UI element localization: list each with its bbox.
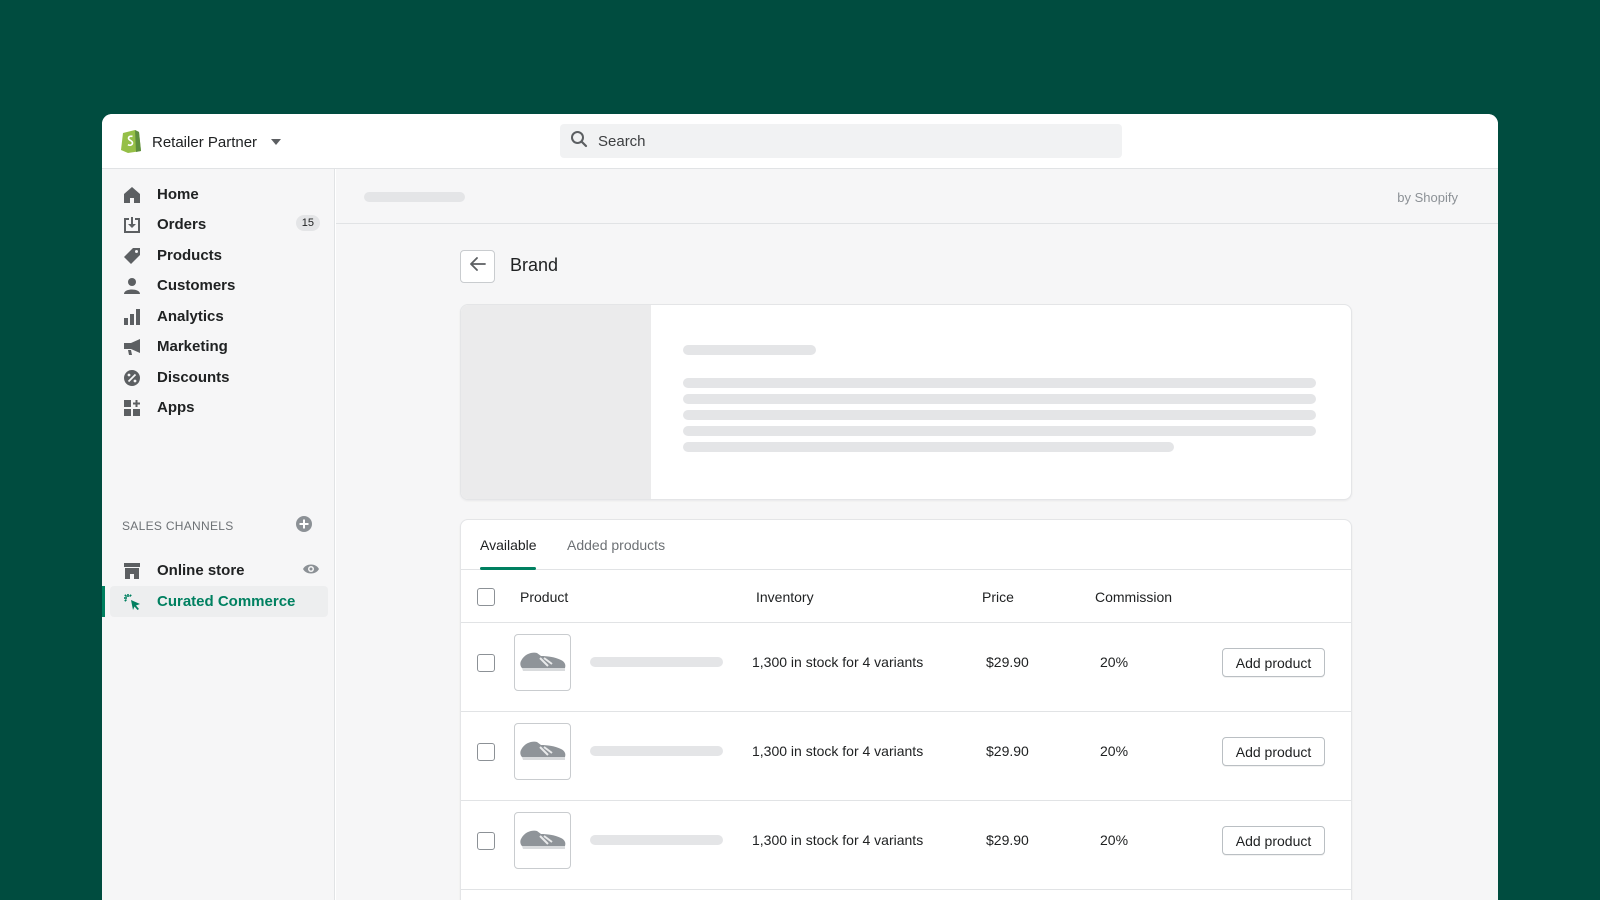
store-switcher[interactable]: Retailer Partner [120,127,282,158]
sidebar-item-orders[interactable]: Orders 15 [110,209,328,240]
brand-text-skeleton [683,378,1316,388]
sidebar-item-home[interactable]: Home [110,179,328,210]
megaphone-icon [122,337,142,357]
add-product-button[interactable]: Add product [1222,737,1325,766]
app-window: Retailer Partner Home Orders 15 Products… [102,114,1498,900]
price-cell: $29.90 [986,743,1029,759]
tab-bar: Available Added products [461,520,1351,570]
sidebar-item-customers[interactable]: Customers [110,270,328,301]
inventory-cell: 1,300 in stock for 4 variants [752,832,924,848]
arrow-left-icon [469,257,486,276]
commission-cell: 20% [1100,654,1129,670]
sales-channels-heading: SALES CHANNELS [122,519,234,533]
brand-text-skeleton [683,426,1316,436]
home-icon [122,185,142,205]
orders-count-badge: 15 [295,215,320,231]
brand-text-skeleton [683,442,1174,452]
search-input[interactable] [598,132,1098,150]
commission-cell: 20% [1100,743,1129,759]
app-byline: by Shopify [1397,190,1458,205]
sneaker-icon [519,647,567,678]
add-product-button[interactable]: Add product [1222,826,1325,855]
sidebar-item-curated-commerce[interactable]: Curated Commerce [110,586,328,617]
column-header-price: Price [982,589,1014,605]
sidebar-item-label: Orders [157,216,207,233]
back-button[interactable] [460,250,495,283]
table-row: 1,300 in stock for 4 variants $29.90 20%… [461,713,1351,801]
apps-icon [122,398,142,418]
main-content: by Shopify Brand Available Added product… [336,169,1498,900]
product-thumbnail[interactable] [514,723,571,780]
tab-available[interactable]: Available [480,537,537,553]
bar-chart-icon [122,307,142,327]
orders-icon [122,215,142,235]
add-product-button[interactable]: Add product [1222,648,1325,677]
add-circle-icon[interactable] [296,516,312,537]
brand-text-skeleton [683,410,1316,420]
sidebar-item-label: Analytics [157,308,224,325]
column-header-inventory: Inventory [756,589,814,605]
sneaker-icon [519,736,567,767]
active-indicator [102,586,105,617]
commission-cell: 20% [1100,832,1129,848]
person-icon [122,276,142,296]
product-name-skeleton [590,657,723,667]
price-cell: $29.90 [986,832,1029,848]
sidebar-item-label: Discounts [157,369,230,386]
row-checkbox[interactable] [477,654,495,672]
column-header-commission: Commission [1095,589,1173,605]
sidebar-item-label: Customers [157,277,236,294]
row-checkbox[interactable] [477,743,495,761]
brand-image-placeholder [461,305,651,499]
table-row: 1,300 in stock for 4 variants $29.90 20%… [461,802,1351,890]
product-thumbnail[interactable] [514,812,571,869]
products-card: Available Added products Product Invento… [460,519,1352,900]
eye-icon[interactable] [302,562,320,581]
sidebar-item-marketing[interactable]: Marketing [110,331,328,362]
tab-added-products[interactable]: Added products [567,537,665,553]
top-bar: Retailer Partner [102,114,1498,169]
row-checkbox[interactable] [477,832,495,850]
sparkle-cursor-icon [122,592,142,612]
price-cell: $29.90 [986,654,1029,670]
sidebar-item-label: Apps [157,399,195,416]
table-header: Product Inventory Price Commission [461,570,1351,623]
product-name-skeleton [590,746,723,756]
sidebar-item-label: Online store [157,562,245,579]
store-icon [122,561,142,581]
select-all-checkbox[interactable] [477,588,495,606]
sidebar: Home Orders 15 Products Customers Analyt… [102,169,335,900]
shopify-logo-icon [120,127,142,158]
breadcrumb-skeleton [364,192,465,202]
page-title: Brand [510,255,559,275]
inventory-cell: 1,300 in stock for 4 variants [752,743,924,759]
sneaker-icon [519,825,567,856]
sidebar-item-discounts[interactable]: Discounts [110,362,328,393]
sidebar-item-label: Products [157,247,223,264]
column-header-product: Product [520,589,569,605]
inventory-cell: 1,300 in stock for 4 variants [752,654,924,670]
chevron-down-icon [271,139,282,145]
sidebar-item-label: Curated Commerce [157,593,296,610]
brand-card [460,304,1352,500]
tag-icon [122,246,142,266]
discount-icon [122,368,142,388]
sidebar-item-products[interactable]: Products [110,240,328,271]
brand-title-skeleton [683,345,816,355]
product-name-skeleton [590,835,723,845]
search-icon [570,130,588,153]
sidebar-item-apps[interactable]: Apps [110,392,328,423]
sidebar-item-online-store[interactable]: Online store [110,555,328,586]
sidebar-item-label: Home [157,186,199,203]
table-row: 1,300 in stock for 4 variants $29.90 20%… [461,624,1351,712]
sidebar-item-analytics[interactable]: Analytics [110,301,328,332]
sub-header: by Shopify [336,169,1498,224]
product-thumbnail[interactable] [514,634,571,691]
store-name: Retailer Partner [152,133,258,151]
sidebar-item-label: Marketing [157,338,228,355]
search-bar [560,124,1122,158]
brand-text-skeleton [683,394,1316,404]
